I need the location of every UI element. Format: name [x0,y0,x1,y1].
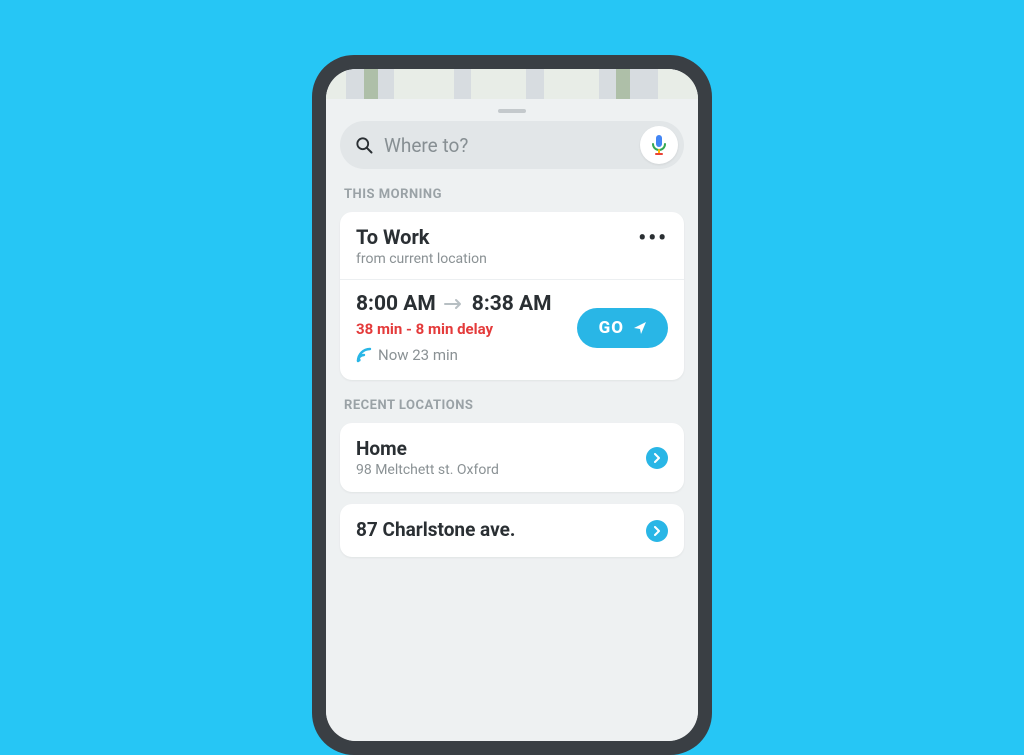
trip-card[interactable]: To Work from current location ••• 8:00 A… [340,212,684,380]
section-label-recent: RECENT LOCATIONS [344,398,680,413]
go-button[interactable]: GO [577,308,668,348]
trip-from: from current location [356,251,487,267]
trip-title: To Work [356,226,487,248]
navigate-chevron-button[interactable] [646,520,668,542]
bottom-sheet: Where to? THIS MORNING To Work from curr… [326,99,698,741]
recent-location-card[interactable]: 87 Charlstone ave. [340,504,684,557]
search-icon [354,135,374,155]
device-frame: Where to? THIS MORNING To Work from curr… [312,55,712,755]
arrow-right-icon [444,294,464,314]
recent-location-card[interactable]: Home 98 Meltchett st. Oxford [340,423,684,492]
trip-now-text: Now 23 min [378,346,458,364]
navigate-icon [632,320,648,336]
trip-delay: 38 min - 8 min delay [356,320,552,338]
drag-handle[interactable] [498,109,526,113]
navigate-chevron-button[interactable] [646,447,668,469]
search-placeholder: Where to? [374,136,640,155]
voice-button[interactable] [640,126,678,164]
recent-address: 98 Meltchett st. Oxford [356,462,499,478]
trip-time-row: 8:00 AM 8:38 AM [356,292,552,316]
trip-now-row: Now 23 min [356,346,552,364]
more-button[interactable]: ••• [638,228,668,250]
arrive-time: 8:38 AM [472,292,552,316]
go-label: GO [599,318,624,338]
recent-title: Home [356,437,499,460]
microphone-icon [650,134,668,156]
screen: Where to? THIS MORNING To Work from curr… [326,69,698,741]
section-label-morning: THIS MORNING [344,187,680,202]
chevron-right-icon [652,453,662,463]
chevron-right-icon [652,526,662,536]
map-preview [326,69,698,99]
depart-time: 8:00 AM [356,292,436,316]
live-icon [356,347,372,363]
recent-title: 87 Charlstone ave. [356,518,515,541]
search-input[interactable]: Where to? [340,121,684,169]
